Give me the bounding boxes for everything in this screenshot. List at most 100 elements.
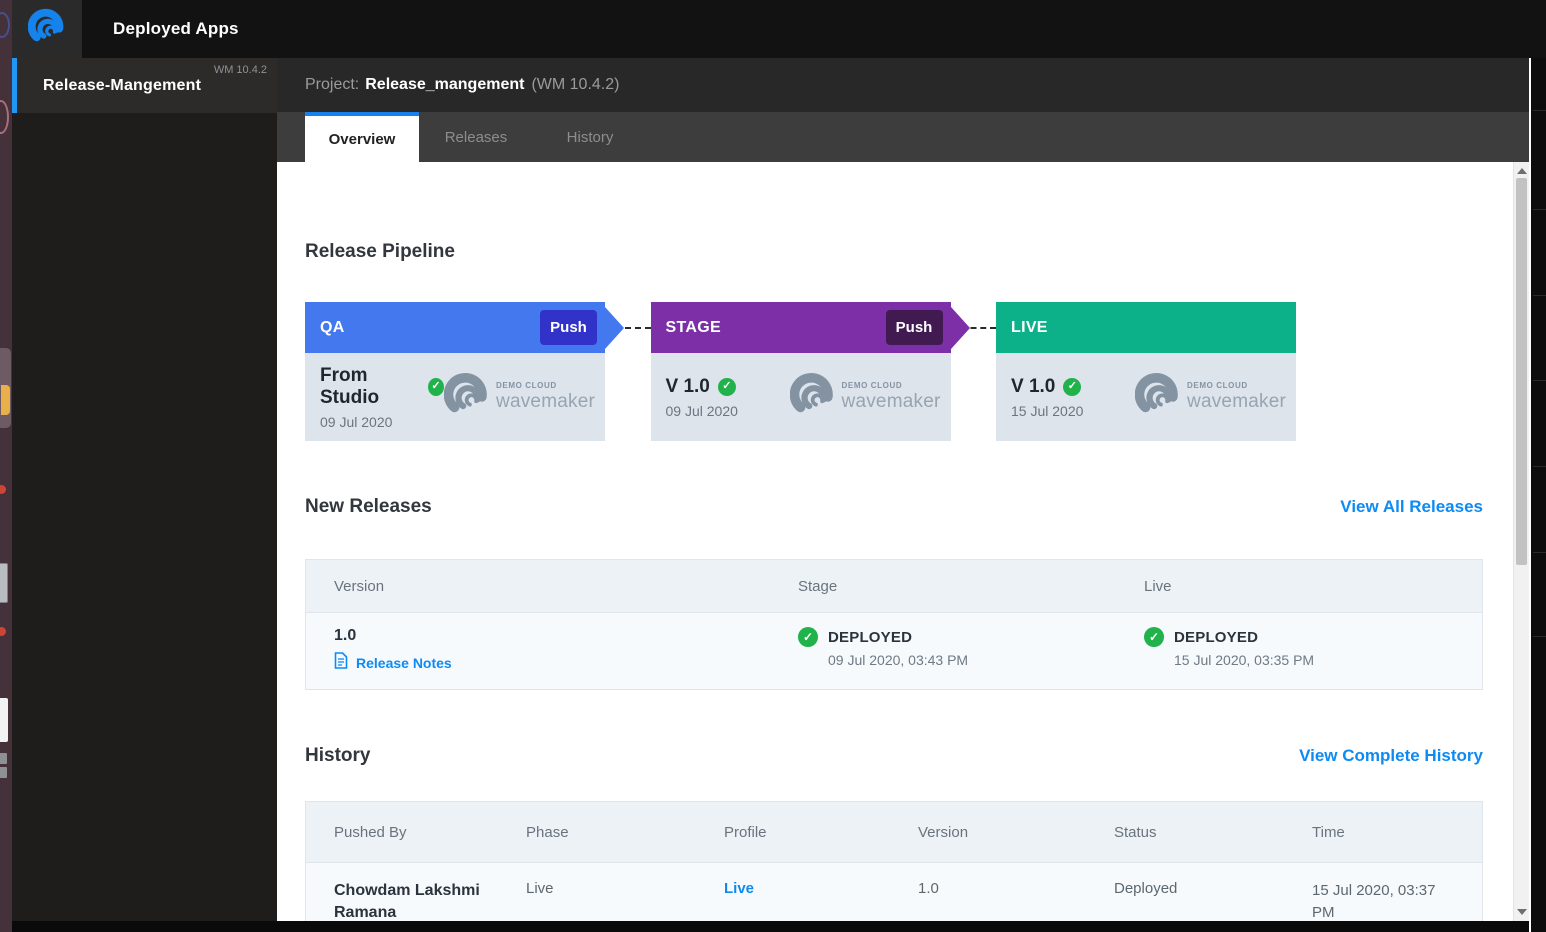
brand-line2: wavemaker <box>496 391 595 413</box>
check-circle-icon: ✓ <box>1063 378 1081 396</box>
stage-name: LIVE <box>1011 319 1288 337</box>
wavemaker-wave-icon <box>444 372 490 423</box>
dock-icon-fragment <box>0 100 9 134</box>
push-button-qa[interactable]: Push <box>540 310 597 345</box>
pipeline-card-qa-header: QA Push <box>305 302 605 353</box>
deployed-date: 09 Jul 2020 <box>666 403 738 419</box>
history-status: Deployed <box>1114 880 1312 921</box>
check-circle-icon: ✓ <box>1144 627 1164 647</box>
column-header-time: Time <box>1312 824 1482 841</box>
new-releases-table-header: Version Stage Live <box>306 560 1482 612</box>
live-status: DEPLOYED <box>1174 629 1258 646</box>
column-header-stage: Stage <box>798 578 1144 595</box>
stage-name: STAGE <box>666 319 886 337</box>
brand-line2: wavemaker <box>1187 391 1286 413</box>
dock-icon-fragment <box>0 753 7 764</box>
deployed-version: V 1.0 <box>666 376 710 398</box>
release-version: 1.0 <box>334 627 798 645</box>
release-pipeline-heading: Release Pipeline <box>305 240 1483 264</box>
release-notes-label[interactable]: Release Notes <box>356 655 452 671</box>
check-circle-icon: ✓ <box>428 378 444 396</box>
stage-name: QA <box>320 319 540 337</box>
project-name: Release_mangement <box>365 76 524 94</box>
demo-cloud-brand: DEMO CLOUD wavemaker <box>790 372 941 423</box>
deployed-version: From Studio <box>320 365 420 409</box>
dock-icon-fragment <box>1 385 10 415</box>
column-header-version: Version <box>918 824 1114 841</box>
pipeline-card-stage-body: V 1.0 ✓ 09 Jul 2020 <box>651 353 951 441</box>
demo-cloud-brand: DEMO CLOUD wavemaker <box>444 372 595 423</box>
history-phase: Live <box>526 880 724 921</box>
history-profile-link[interactable]: Live <box>724 880 754 897</box>
view-complete-history-link[interactable]: View Complete History <box>1299 746 1483 766</box>
column-header-phase: Phase <box>526 824 724 841</box>
check-circle-icon: ✓ <box>718 378 736 396</box>
wavemaker-logo-icon <box>28 8 66 51</box>
pipeline-card-live-body: V 1.0 ✓ 15 Jul 2020 <box>996 353 1296 441</box>
tab-history[interactable]: History <box>533 112 647 162</box>
scrollbar-thumb[interactable] <box>1516 178 1527 565</box>
history-heading: History <box>305 744 370 768</box>
deployed-date: 09 Jul 2020 <box>320 414 444 430</box>
new-releases-row: 1.0 Release Notes <box>306 612 1482 689</box>
history-table-header: Pushed By Phase Profile Version Status T… <box>306 802 1482 862</box>
push-button-stage[interactable]: Push <box>886 310 943 345</box>
pipeline-card-stage-header: STAGE Push <box>651 302 951 353</box>
vertical-scrollbar <box>1513 162 1529 921</box>
os-dock-strip <box>0 0 12 932</box>
column-header-profile: Profile <box>724 824 918 841</box>
pipeline-arrow-icon <box>605 307 624 349</box>
dock-notification-dot <box>0 485 6 494</box>
project-label: Project: <box>305 76 359 94</box>
pipeline-card-live: LIVE V 1.0 ✓ 15 Jul 2020 <box>996 302 1296 441</box>
sidebar-item-release-mangement[interactable]: Release-Mangement WM 10.4.2 <box>12 58 277 113</box>
bottom-window-edge <box>12 921 1529 932</box>
history-time: 15 Jul 2020, 03:37 PM <box>1312 880 1462 921</box>
column-header-status: Status <box>1114 824 1312 841</box>
scrollbar-down-arrow-icon[interactable] <box>1517 909 1527 915</box>
deployed-date: 15 Jul 2020 <box>1011 403 1083 419</box>
pipeline-card-qa-body: From Studio ✓ 09 Jul 2020 <box>305 353 605 441</box>
project-version: (WM 10.4.2) <box>531 76 619 94</box>
live-time: 15 Jul 2020, 03:35 PM <box>1174 652 1482 668</box>
release-pipeline: QA Push From Studio ✓ 09 Jul 2020 <box>305 302 1296 441</box>
dock-icon-fragment <box>0 12 10 38</box>
wavemaker-wave-icon <box>1135 372 1181 423</box>
history-version: 1.0 <box>918 880 1114 921</box>
document-icon <box>334 652 348 674</box>
release-notes-link[interactable]: Release Notes <box>334 652 798 674</box>
history-row: Chowdam Lakshmi Ramana Live Live 1.0 Dep… <box>306 862 1482 921</box>
tab-releases[interactable]: Releases <box>419 112 533 162</box>
dock-notification-dot <box>0 627 6 636</box>
tab-overview[interactable]: Overview <box>305 112 419 162</box>
dock-icon-fragment <box>0 767 7 778</box>
project-header: Project: Release_mangement (WM 10.4.2) <box>277 58 1529 112</box>
pipeline-arrow-icon <box>951 307 970 349</box>
pipeline-card-stage: STAGE Push V 1.0 ✓ 09 Jul 2020 <box>651 302 951 441</box>
stage-status: DEPLOYED <box>828 629 912 646</box>
new-releases-heading: New Releases <box>305 495 432 519</box>
app-title: Deployed Apps <box>113 19 239 39</box>
new-releases-table: Version Stage Live 1.0 <box>305 559 1483 690</box>
history-pushed-by: Chowdam Lakshmi Ramana <box>334 880 494 921</box>
deployed-version: V 1.0 <box>1011 376 1055 398</box>
column-header-live: Live <box>1144 578 1482 595</box>
brand-line1: DEMO CLOUD <box>496 381 595 390</box>
check-circle-icon: ✓ <box>798 627 818 647</box>
pipeline-card-live-header: LIVE <box>996 302 1296 353</box>
sidebar-item-label: Release-Mangement <box>43 77 201 95</box>
dock-icon-fragment <box>0 563 8 603</box>
tab-bar: Overview Releases History <box>277 112 1529 162</box>
wavemaker-logo-button[interactable] <box>12 0 82 58</box>
scrollbar-up-arrow-icon[interactable] <box>1517 168 1527 174</box>
dock-icon-fragment <box>0 698 8 742</box>
column-header-pushed-by: Pushed By <box>334 824 526 841</box>
column-header-version: Version <box>334 578 798 595</box>
history-table: Pushed By Phase Profile Version Status T… <box>305 801 1483 921</box>
view-all-releases-link[interactable]: View All Releases <box>1340 497 1483 517</box>
sidebar: Release-Mangement WM 10.4.2 <box>12 58 277 921</box>
deployed-apps-window: Deployed Apps Release-Mangement WM 10.4.… <box>0 0 1546 932</box>
background-window-edge <box>1529 58 1546 932</box>
overview-page: Release Pipeline QA Push From Studio ✓ <box>277 162 1513 921</box>
brand-line2: wavemaker <box>842 391 941 413</box>
